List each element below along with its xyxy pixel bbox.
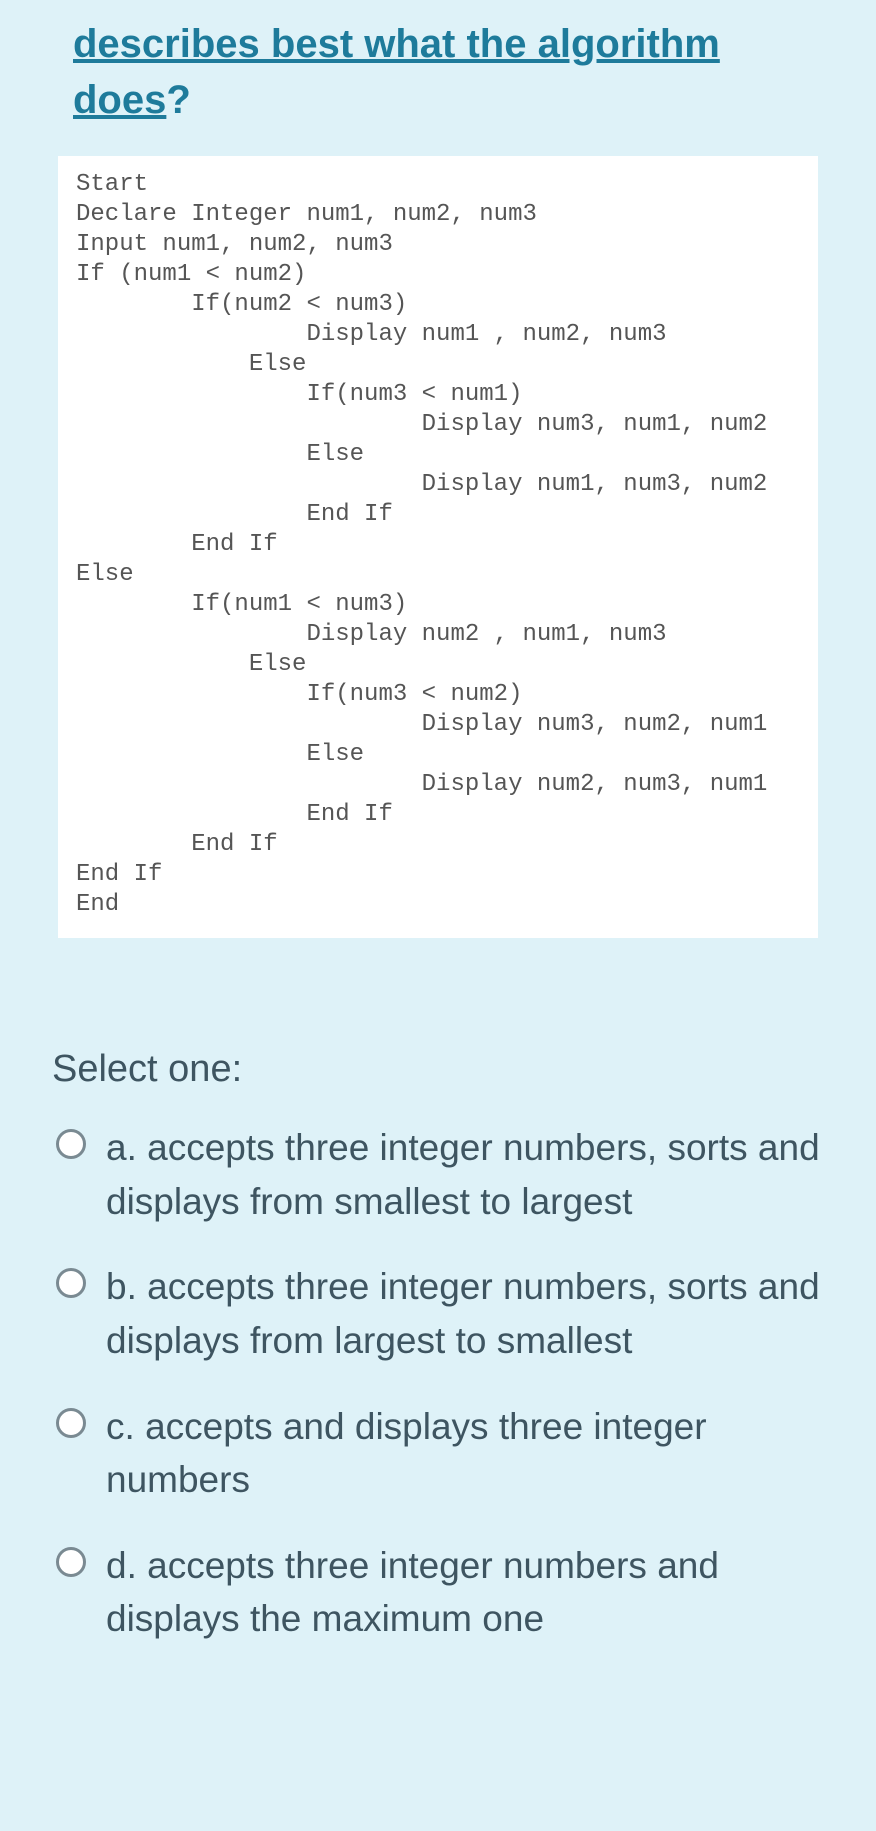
radio-d[interactable] <box>56 1547 86 1577</box>
options-group: a. accepts three integer numbers, sorts … <box>48 1119 828 1646</box>
option-a-text: a. accepts three integer numbers, sorts … <box>106 1119 828 1228</box>
option-b-label: accepts three integer numbers, sorts and… <box>106 1266 820 1361</box>
pseudocode-block: Start Declare Integer num1, num2, num3 I… <box>58 156 818 938</box>
option-d[interactable]: d. accepts three integer numbers and dis… <box>48 1537 828 1646</box>
option-c-label: accepts and displays three integer numbe… <box>106 1406 707 1501</box>
radio-b[interactable] <box>56 1268 86 1298</box>
radio-a[interactable] <box>56 1129 86 1159</box>
option-b-text: b. accepts three integer numbers, sorts … <box>106 1258 828 1367</box>
option-b[interactable]: b. accepts three integer numbers, sorts … <box>48 1258 828 1367</box>
option-b-letter: b. <box>106 1266 137 1307</box>
select-one-label: Select one: <box>52 1048 828 1091</box>
option-d-label: accepts three integer numbers and displa… <box>106 1545 719 1640</box>
option-a[interactable]: a. accepts three integer numbers, sorts … <box>48 1119 828 1228</box>
option-c[interactable]: c. accepts and displays three integer nu… <box>48 1398 828 1507</box>
option-c-text: c. accepts and displays three integer nu… <box>106 1398 828 1507</box>
radio-c[interactable] <box>56 1408 86 1438</box>
option-a-label: accepts three integer numbers, sorts and… <box>106 1127 820 1222</box>
question-title: describes best what the algorithm does? <box>48 0 828 128</box>
option-c-letter: c. <box>106 1406 135 1447</box>
question-mark: ? <box>166 72 190 128</box>
option-d-letter: d. <box>106 1545 137 1586</box>
option-d-text: d. accepts three integer numbers and dis… <box>106 1537 828 1646</box>
option-a-letter: a. <box>106 1127 137 1168</box>
